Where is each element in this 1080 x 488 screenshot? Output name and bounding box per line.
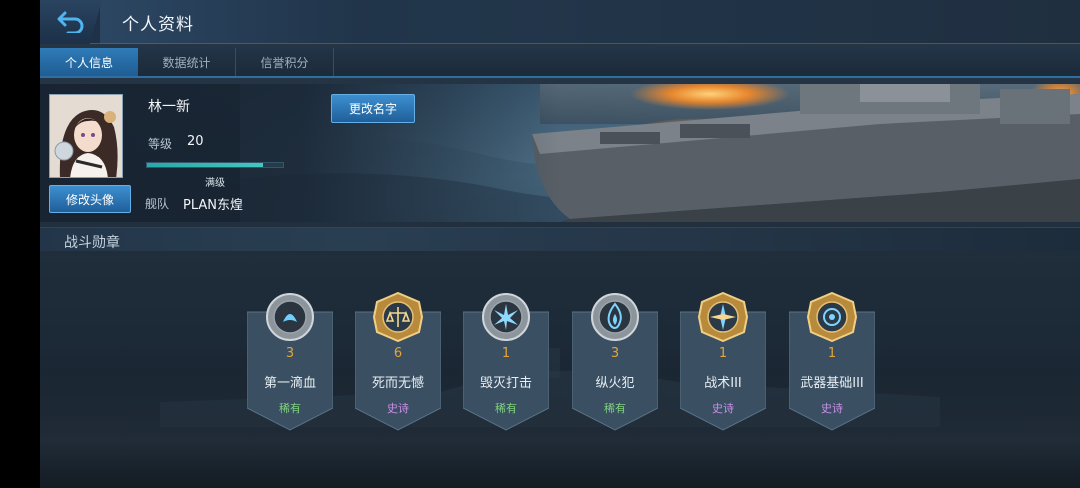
player-name: 林一新 bbox=[148, 99, 190, 115]
medal-count: 6 bbox=[393, 346, 403, 361]
profile-screen: 个人资料 个人信息 数据统计 信誉积分 修改头像 林一新 更改名字 等级 20 … bbox=[40, 0, 1080, 488]
medal-card[interactable]: 1 毁灭打击 稀有 bbox=[463, 290, 549, 431]
gold-compass-badge-icon bbox=[698, 292, 748, 342]
left-black-border bbox=[0, 0, 40, 488]
medal-name: 战术III bbox=[704, 376, 742, 391]
medal-card[interactable]: 3 第一滴血 稀有 bbox=[247, 290, 333, 431]
section-title: 战斗勋章 bbox=[64, 235, 120, 251]
medals-section-header: 战斗勋章 bbox=[40, 227, 1080, 251]
level-label: 等级 bbox=[148, 137, 173, 151]
silver-flame-badge-icon bbox=[591, 293, 639, 341]
silver-burst-badge-icon bbox=[482, 293, 530, 341]
gold-target-badge-icon bbox=[807, 292, 857, 342]
exp-progress-fill bbox=[147, 163, 263, 167]
medal-rarity: 稀有 bbox=[495, 402, 517, 415]
medal-card[interactable]: 1 武器基础III 史诗 bbox=[789, 290, 875, 431]
medal-rarity: 史诗 bbox=[387, 402, 409, 415]
page-title: 个人资料 bbox=[122, 15, 194, 35]
avatar[interactable] bbox=[49, 94, 123, 178]
avatar-portrait-image bbox=[50, 95, 122, 177]
tab-bar: 个人信息 数据统计 信誉积分 bbox=[40, 48, 1080, 78]
medal-name: 死而无憾 bbox=[371, 376, 424, 391]
medal-rarity: 史诗 bbox=[712, 402, 734, 415]
medal-name: 第一滴血 bbox=[263, 376, 316, 391]
medal-card[interactable]: 1 战术III 史诗 bbox=[680, 290, 766, 431]
level-value: 20 bbox=[187, 134, 204, 149]
medal-rarity: 稀有 bbox=[604, 402, 626, 415]
medal-count: 1 bbox=[718, 346, 728, 361]
medal-card[interactable]: 3 纵火犯 稀有 bbox=[572, 290, 658, 431]
medal-count: 3 bbox=[610, 346, 620, 361]
tab-data-stats[interactable]: 数据统计 bbox=[138, 48, 236, 76]
medals-area: 3 第一滴血 稀有 6 死而无憾 史诗 1 毁灭打击 稀有 3 纵火犯 稀有 1… bbox=[40, 252, 1080, 488]
tab-credit-points[interactable]: 信誉积分 bbox=[236, 48, 334, 76]
medal-rarity: 史诗 bbox=[821, 402, 843, 415]
medal-count: 1 bbox=[827, 346, 837, 361]
gold-scales-badge-icon bbox=[373, 292, 423, 342]
profile-banner: 修改头像 林一新 更改名字 等级 20 满级 舰队 PLAN东煌 bbox=[40, 84, 1080, 222]
medal-count: 3 bbox=[285, 346, 295, 361]
medal-count: 1 bbox=[501, 346, 511, 361]
medal-card[interactable]: 6 死而无憾 史诗 bbox=[355, 290, 441, 431]
tab-personal-info[interactable]: 个人信息 bbox=[40, 48, 138, 76]
fleet-label: 舰队 bbox=[145, 197, 170, 211]
silver-badge-icon bbox=[266, 293, 314, 341]
fleet-name[interactable]: PLAN东煌 bbox=[183, 194, 243, 213]
medal-name: 武器基础III bbox=[800, 376, 864, 391]
medal-name: 毁灭打击 bbox=[479, 376, 532, 391]
rename-button[interactable]: 更改名字 bbox=[331, 94, 415, 123]
back-arrow-icon bbox=[57, 11, 84, 33]
change-avatar-button[interactable]: 修改头像 bbox=[49, 185, 131, 213]
medal-name: 纵火犯 bbox=[595, 376, 635, 391]
exp-progress-bar bbox=[146, 162, 284, 168]
back-button[interactable] bbox=[40, 0, 102, 44]
fog-overlay bbox=[40, 372, 1080, 488]
header-bar: 个人资料 bbox=[40, 0, 1080, 44]
exp-status-label: 满级 bbox=[205, 178, 225, 189]
medal-rarity: 稀有 bbox=[279, 402, 301, 415]
